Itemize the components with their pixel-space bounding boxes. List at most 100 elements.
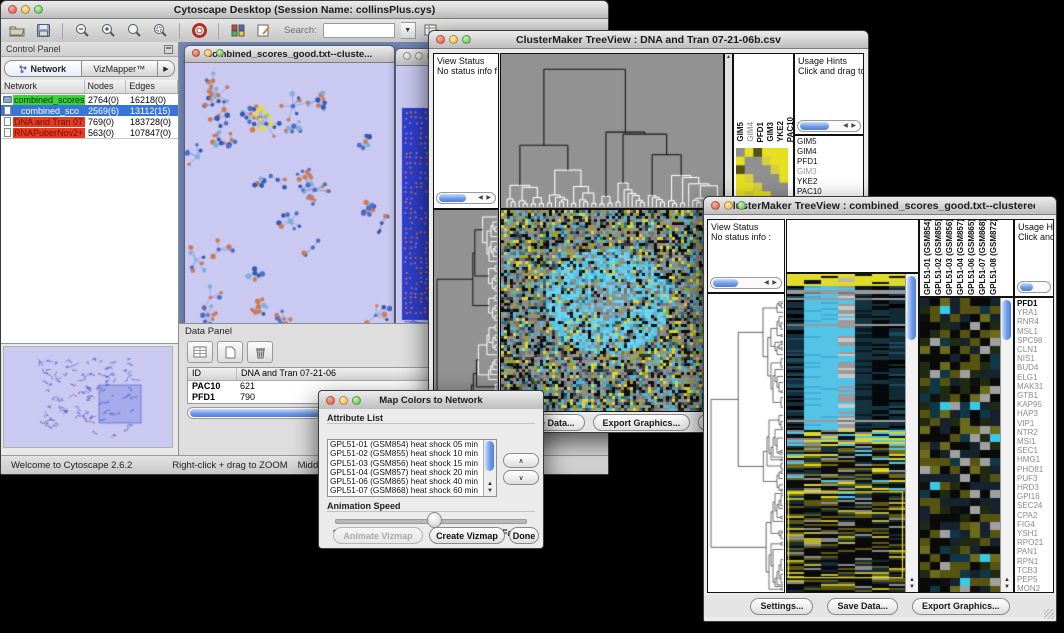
move-down-button[interactable]: ∨ [503, 470, 539, 485]
tab-network[interactable]: Network [4, 60, 82, 77]
close-button[interactable] [326, 396, 335, 405]
attribute-list-scrollbar[interactable]: ▲▼ [483, 440, 496, 496]
scrollbar-thumb[interactable] [907, 276, 916, 340]
main-heatmap-panel[interactable]: ▲▼ [786, 273, 919, 593]
network-overview-thumbnail[interactable] [3, 346, 173, 448]
zoom-gene-list[interactable]: PFD1YRA1RNR4MSL1SPC98CLN1NIS1BUD4ELG1MAK… [1014, 297, 1054, 593]
window-controls[interactable] [192, 49, 224, 57]
main-heatmap-panel[interactable]: ▲▼ [500, 209, 724, 412]
scroll-up-icon[interactable]: ▲ [725, 54, 732, 60]
column-dendrogram-panel[interactable] [500, 53, 724, 209]
zoom-heatmap-panel[interactable]: ▲▼ [919, 297, 1014, 593]
resize-grip[interactable] [1044, 609, 1054, 619]
network-column-header[interactable]: Edges [126, 80, 178, 93]
window-controls[interactable] [326, 396, 361, 405]
minimize-button[interactable] [21, 5, 30, 14]
move-up-button[interactable]: ∧ [503, 453, 539, 468]
minimize-button[interactable] [449, 35, 458, 44]
network-row[interactable]: DNA and Tran 07769(0)183728(0) [1, 116, 178, 127]
zoom-button[interactable] [216, 49, 224, 57]
attribute-column-header[interactable]: ID [188, 368, 237, 380]
zoom-fit-icon[interactable] [150, 22, 170, 39]
new-attribute-icon[interactable] [217, 341, 243, 363]
scrollbar-thumb[interactable] [439, 194, 466, 202]
usage-hscrollbar[interactable]: ◀ ▶ [797, 120, 861, 132]
zoom-out-icon[interactable] [72, 22, 92, 39]
minimize-button[interactable] [415, 52, 423, 60]
scrollbar-thumb[interactable] [713, 279, 738, 287]
status-hscrollbar[interactable]: ◀ ▶ [710, 277, 782, 289]
network-view-window[interactable]: combined_scores_good.txt--cluste... [184, 45, 395, 364]
row-dendrogram-panel[interactable] [433, 209, 499, 412]
zoom-heatmap-canvas[interactable] [736, 148, 788, 200]
zoom-in-icon[interactable] [98, 22, 118, 39]
scroll-arrows-icon[interactable]: ◀ ▶ [843, 121, 857, 131]
main-titlebar[interactable]: Cytoscape Desktop (Session Name: collins… [1, 1, 608, 19]
vizmapper-icon[interactable] [228, 22, 248, 39]
zoom-vscrollbar[interactable]: ▲▼ [1000, 298, 1013, 592]
search-input[interactable] [323, 23, 395, 38]
network-row[interactable]: combined_sco2569(6)13112(15) [1, 105, 178, 116]
minimize-button[interactable] [339, 396, 348, 405]
attribute-list-item[interactable]: GPL51-07 (GSM868) heat shock 60 min [328, 486, 496, 495]
close-button[interactable] [192, 49, 200, 57]
network-row[interactable]: combined_scores2764(0)16218(0) [1, 94, 178, 105]
close-button[interactable] [403, 52, 411, 60]
create-vizmap-button[interactable]: Create Vizmap [429, 527, 505, 544]
settings-button[interactable]: Settings... [750, 598, 813, 615]
close-button[interactable] [711, 201, 720, 210]
scrollbar-thumb[interactable] [1020, 283, 1033, 291]
zoom-selected-icon[interactable] [124, 22, 144, 39]
dendrogram-scroll-strip[interactable]: ▲ [724, 53, 733, 209]
export-graphics-button[interactable]: Export Graphics... [593, 414, 691, 431]
export-graphics-button[interactable]: Export Graphics... [912, 598, 1010, 615]
usage-hscrollbar[interactable] [1017, 281, 1051, 293]
treeview-dna-titlebar[interactable]: ClusterMaker TreeView : DNA and Tran 07-… [429, 31, 868, 49]
close-button[interactable] [436, 35, 445, 44]
tab-vizmapper[interactable]: VizMapper™ [82, 60, 159, 77]
network-list-empty-area[interactable] [1, 138, 178, 343]
attribute-listbox[interactable]: GPL51-01 (GSM854) heat shock 05 minGPL51… [327, 439, 497, 497]
open-file-icon[interactable] [7, 22, 27, 39]
zoom-button[interactable] [352, 396, 361, 405]
save-data-button[interactable]: Save Data... [827, 598, 898, 615]
network-column-header[interactable]: Network [1, 80, 85, 93]
scrollbar-thumb[interactable] [800, 122, 829, 130]
scroll-arrows-icon[interactable]: ◀ ▶ [478, 193, 492, 203]
status-hscrollbar[interactable]: ◀ ▶ [436, 192, 496, 204]
delete-attribute-icon[interactable] [247, 341, 273, 363]
scroll-arrows-icon[interactable]: ▲▼ [484, 481, 496, 495]
close-button[interactable] [8, 5, 17, 14]
window-controls[interactable] [436, 35, 471, 44]
scroll-arrows-icon[interactable]: ▲▼ [1001, 577, 1013, 591]
scrollbar-thumb[interactable] [1002, 300, 1011, 340]
treeview-combined-titlebar[interactable]: ClusterMaker TreeView : combined_scores_… [704, 197, 1056, 215]
animate-vizmap-button[interactable]: Animate Vizmap [333, 527, 423, 544]
search-dropdown-icon[interactable]: ▼ [401, 22, 416, 39]
minimize-button[interactable] [204, 49, 212, 57]
network-row[interactable]: RNAPuberNov2+563(0)107847(0) [1, 127, 178, 138]
help-lifebuoy-icon[interactable] [189, 22, 209, 39]
window-controls[interactable] [711, 201, 746, 210]
dialog-titlebar[interactable]: Map Colors to Network [319, 391, 543, 410]
network-column-header[interactable]: Nodes [85, 80, 127, 93]
zoom-button[interactable] [462, 35, 471, 44]
zoom-button[interactable] [737, 201, 746, 210]
float-panel-icon[interactable] [164, 45, 173, 54]
annotation-icon[interactable] [254, 22, 274, 39]
network-view-canvas[interactable] [185, 63, 392, 362]
column-dendrogram-panel[interactable] [786, 219, 919, 273]
done-button[interactable]: Done [509, 527, 539, 544]
scroll-arrows-icon[interactable]: ◀ ▶ [764, 278, 778, 288]
scrollbar-thumb[interactable] [485, 441, 494, 471]
scroll-arrows-icon[interactable]: ▲▼ [906, 577, 918, 591]
heatmap-vscrollbar[interactable]: ▲▼ [905, 274, 918, 592]
network-overview-panel[interactable] [1, 343, 178, 456]
window-controls[interactable] [8, 5, 43, 14]
save-icon[interactable] [33, 22, 53, 39]
tab-overflow-arrow-icon[interactable]: ▶ [158, 60, 175, 77]
minimize-button[interactable] [724, 201, 733, 210]
network-view-titlebar[interactable]: combined_scores_good.txt--cluste... [185, 46, 394, 63]
attribute-select-icon[interactable] [187, 341, 213, 363]
zoom-button[interactable] [34, 5, 43, 14]
